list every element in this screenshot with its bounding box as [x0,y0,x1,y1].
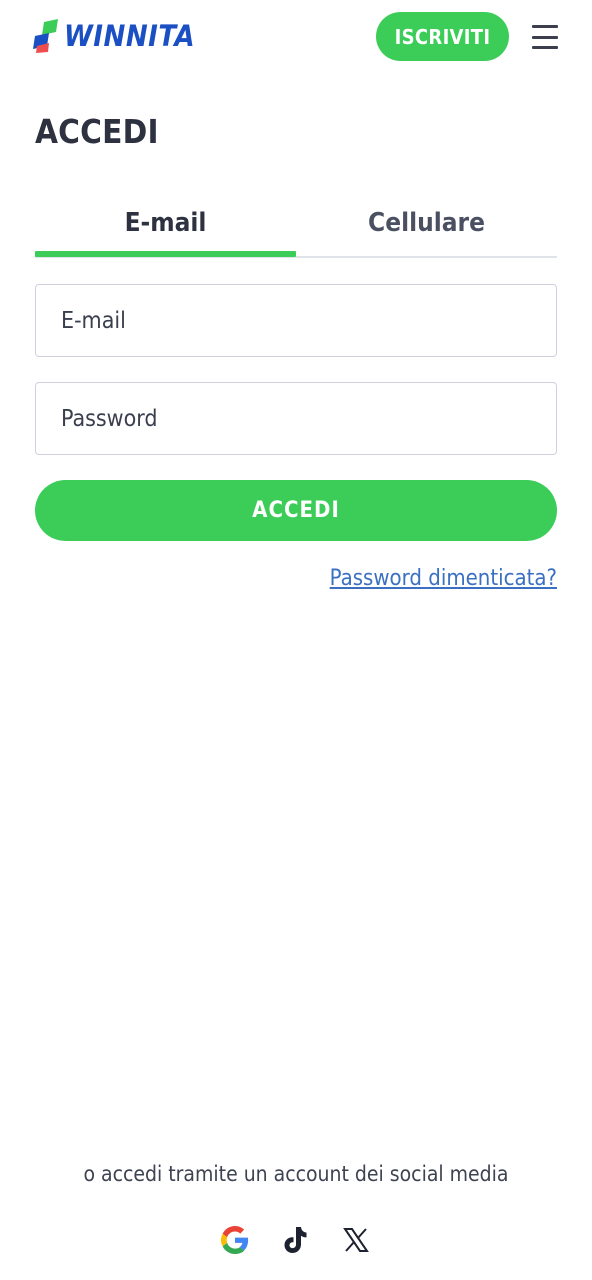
brand-logo[interactable]: WINNITA [32,19,195,53]
login-button[interactable]: ACCEDI [35,480,557,541]
tiktok-icon[interactable] [277,1222,313,1258]
signup-button[interactable]: ISCRIVITI [376,12,509,61]
email-field-container [35,284,557,357]
social-login-buttons [0,1222,592,1262]
tab-phone[interactable]: Cellulare [296,190,557,256]
login-page: WINNITA ISCRIVITI ACCEDI E-mail Cellular… [0,0,592,1280]
forgot-password-link[interactable]: Password dimenticata? [330,566,557,591]
login-method-tabs: E-mail Cellulare [35,190,557,258]
tab-email[interactable]: E-mail [35,190,296,256]
social-login-prompt: o accedi tramite un account dei social m… [83,1162,509,1186]
page-title: ACCEDI [35,112,159,151]
x-icon[interactable] [338,1222,374,1258]
brand-name: WINNITA [64,19,196,53]
email-input[interactable] [61,307,556,334]
password-input[interactable] [61,405,556,432]
hamburger-menu-icon[interactable] [531,24,559,50]
active-tab-indicator [35,251,296,257]
google-icon[interactable] [217,1222,253,1258]
password-field-container [35,382,557,455]
logo-mark-icon [33,19,58,53]
